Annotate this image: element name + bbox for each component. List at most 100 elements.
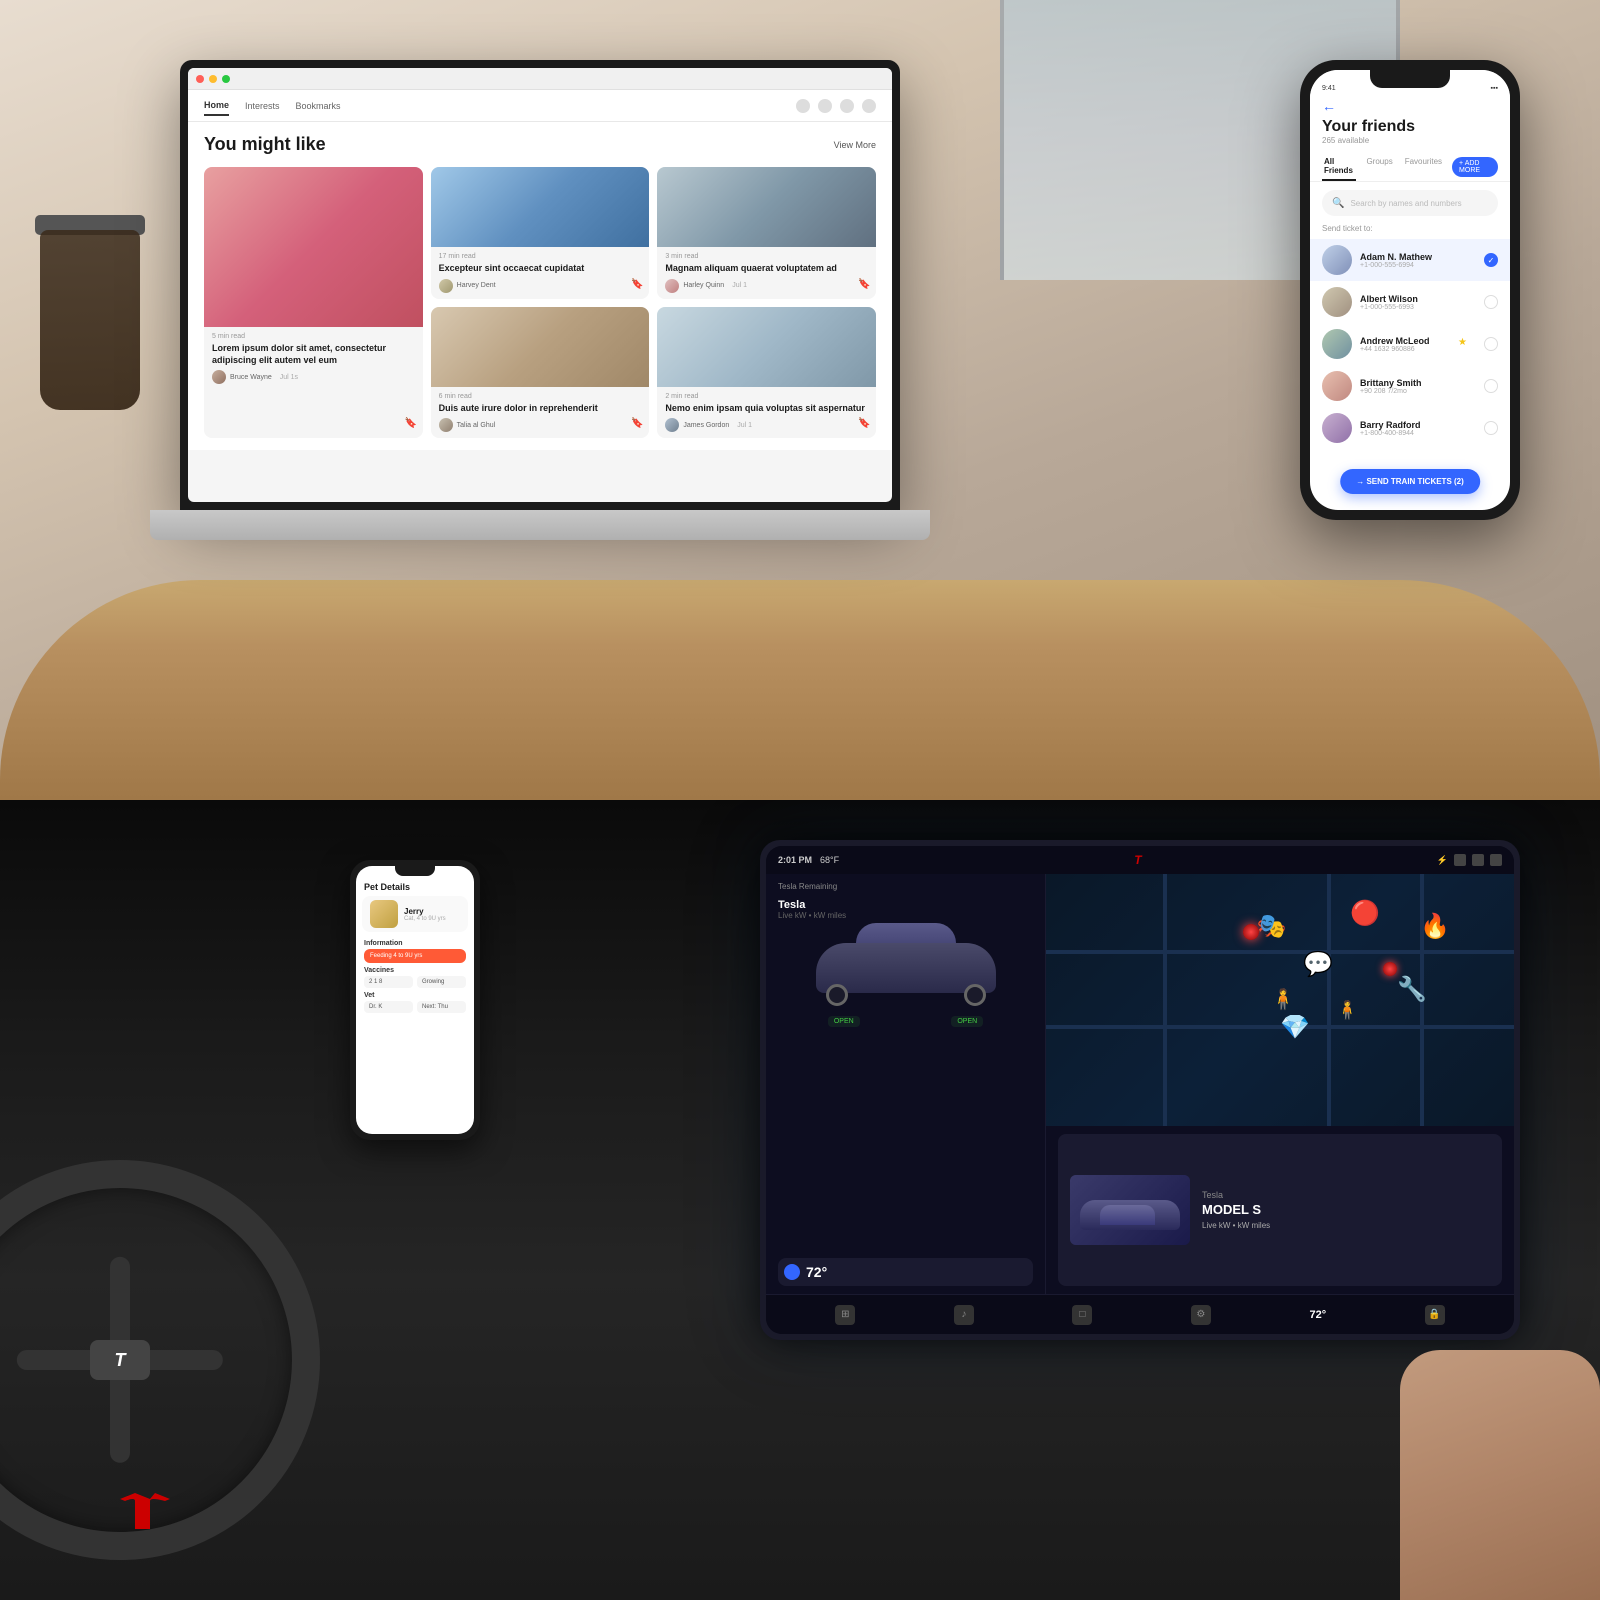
card-2-body: 17 min read Excepteur sint occaecat cupi… bbox=[431, 247, 650, 299]
view-more-link[interactable]: View More bbox=[834, 140, 876, 150]
maximize-button[interactable] bbox=[222, 75, 230, 83]
tesla-ad-brand: Tesla bbox=[1202, 1190, 1490, 1200]
phone-tab-all-friends[interactable]: All Friends bbox=[1322, 153, 1356, 181]
friend-item-andrew[interactable]: Andrew McLeod +44 1632 960886 ★ bbox=[1310, 323, 1510, 365]
climate-control[interactable]: 72° bbox=[778, 1258, 1033, 1286]
notifications-icon[interactable] bbox=[818, 99, 832, 113]
vet-stat-2: Next: Thu bbox=[417, 1001, 466, 1013]
coffee-cup bbox=[30, 180, 150, 440]
card-3[interactable]: 3 min read Magnam aliquam quaerat volupt… bbox=[657, 167, 876, 299]
nav-tab-bookmarks[interactable]: Bookmarks bbox=[296, 97, 341, 115]
laptop: Home Interests Bookmarks You might like … bbox=[180, 60, 960, 620]
card-1-title: Lorem ipsum dolor sit amet, consectetur … bbox=[212, 343, 415, 366]
game-element-mask: 🎭 bbox=[1257, 912, 1287, 941]
bottom-section: T Pet Details Jerry Cat, 4 to 9U yrs bbox=[0, 800, 1600, 1600]
friend-name-brittany: Brittany Smith bbox=[1360, 378, 1476, 388]
phone-add-more-button[interactable]: + ADD MORE bbox=[1452, 157, 1498, 177]
vet-section-label: Vet bbox=[364, 992, 466, 999]
door-label-rear[interactable]: OPEN bbox=[951, 1016, 983, 1027]
tesla-panel-header: Tesla Remaining bbox=[766, 874, 1045, 899]
card-5-title: Nemo enim ipsam quia voluptas sit aspern… bbox=[665, 403, 868, 415]
tesla-screen-logo: T bbox=[1134, 853, 1141, 867]
friend-phone-andrew: +44 1632 960886 bbox=[1360, 346, 1450, 353]
tesla-map[interactable]: 🎭 💬 🔴 🔧 🔥 💎 🧍 🧍 bbox=[1046, 874, 1514, 1126]
friend-check-andrew[interactable] bbox=[1484, 337, 1498, 351]
phone-tab-favourites[interactable]: Favourites bbox=[1403, 153, 1444, 181]
tesla-bottom-bar: ⊞ ♪ □ ⚙ 72° 🔒 bbox=[766, 1294, 1514, 1334]
card-5[interactable]: 2 min read Nemo enim ipsam quia voluptas… bbox=[657, 307, 876, 439]
door-label-front[interactable]: OPEN bbox=[828, 1016, 860, 1027]
friend-info-adam: Adam N. Mathew +1-000-555-6994 bbox=[1360, 252, 1476, 269]
phone-search-icon: 🔍 bbox=[1332, 198, 1344, 209]
tesla-bottom-apps-icon[interactable]: ⚙ bbox=[1191, 1305, 1211, 1325]
tesla-bottom-temp: 72° bbox=[1309, 1309, 1326, 1321]
app-nav: Home Interests Bookmarks bbox=[188, 90, 892, 122]
tesla-ambient-temp: 68°F bbox=[820, 855, 839, 865]
phone-search-placeholder: Search by names and numbers bbox=[1350, 199, 1461, 208]
phone-app-title: Your friends bbox=[1322, 118, 1498, 136]
friend-check-adam[interactable]: ✓ bbox=[1484, 253, 1498, 267]
card-3-body: 3 min read Magnam aliquam quaerat volupt… bbox=[657, 247, 876, 299]
card-1[interactable]: 5 min read Lorem ipsum dolor sit amet, c… bbox=[204, 167, 423, 438]
tesla-status-bar: 2:01 PM 68°F T ⚡ bbox=[766, 846, 1514, 874]
card-5-bookmark[interactable]: 🔖 bbox=[858, 418, 868, 430]
card-5-body: 2 min read Nemo enim ipsam quia voluptas… bbox=[657, 387, 876, 439]
tesla-main-screen[interactable]: 2:01 PM 68°F T ⚡ Tesla Remaining Tesla L… bbox=[760, 840, 1520, 1340]
friend-avatar-andrew bbox=[1322, 329, 1352, 359]
send-train-tickets-button[interactable]: → SEND TRAIN TICKETS (2) bbox=[1340, 469, 1480, 494]
close-button[interactable] bbox=[196, 75, 204, 83]
friend-check-brittany[interactable] bbox=[1484, 379, 1498, 393]
phone-back-button[interactable]: ← bbox=[1322, 98, 1498, 114]
card-3-time: Jul 1 bbox=[732, 282, 747, 289]
friend-item-adam[interactable]: Adam N. Mathew +1-000-555-6994 ✓ bbox=[1310, 239, 1510, 281]
friend-name-barry: Barry Radford bbox=[1360, 420, 1476, 430]
card-4-author-name: Talia al Ghul bbox=[457, 422, 496, 429]
vaccines-section-label: Vaccines bbox=[364, 967, 466, 974]
card-2-author-name: Harvey Dent bbox=[457, 282, 496, 289]
friend-info-andrew: Andrew McLeod +44 1632 960886 bbox=[1360, 336, 1450, 353]
card-4-bookmark[interactable]: 🔖 bbox=[631, 418, 641, 430]
tesla-ad-image bbox=[1070, 1175, 1190, 1245]
card-5-time: Jul 1 bbox=[737, 422, 752, 429]
cards-grid: 5 min read Lorem ipsum dolor sit amet, c… bbox=[204, 167, 876, 438]
card-2-title: Excepteur sint occaecat cupidatat bbox=[439, 263, 642, 275]
card-4[interactable]: 6 min read Duis aute irure dolor in repr… bbox=[431, 307, 650, 439]
profile-icon[interactable] bbox=[862, 99, 876, 113]
tesla-bottom-lock-icon[interactable]: 🔒 bbox=[1425, 1305, 1445, 1325]
stat-row: 2 1 8 Growing bbox=[364, 976, 466, 988]
tesla-screen-inner: 2:01 PM 68°F T ⚡ Tesla Remaining Tesla L… bbox=[766, 846, 1514, 1334]
phone-search-bar[interactable]: 🔍 Search by names and numbers bbox=[1322, 190, 1498, 216]
search-icon[interactable] bbox=[796, 99, 810, 113]
nav-tab-interests[interactable]: Interests bbox=[245, 97, 280, 115]
minimize-button[interactable] bbox=[209, 75, 217, 83]
friend-item-brittany[interactable]: Brittany Smith +90 208 7/2mo bbox=[1310, 365, 1510, 407]
friend-check-barry[interactable] bbox=[1484, 421, 1498, 435]
tesla-bottom-music-icon[interactable]: ♪ bbox=[954, 1305, 974, 1325]
tesla-bottom-phone-icon[interactable]: □ bbox=[1072, 1305, 1092, 1325]
add-icon[interactable] bbox=[840, 99, 854, 113]
card-4-meta: 6 min read bbox=[439, 393, 642, 400]
tesla-logo bbox=[120, 1491, 180, 1540]
nav-tab-home[interactable]: Home bbox=[204, 96, 229, 116]
friend-item-albert[interactable]: Albert Wilson +1-000-555-6993 bbox=[1310, 281, 1510, 323]
tesla-car-name: Tesla bbox=[766, 899, 1045, 911]
card-3-image bbox=[657, 167, 876, 247]
friend-item-barry[interactable]: Barry Radford +1-800-400-8944 bbox=[1310, 407, 1510, 449]
card-1-avatar bbox=[212, 370, 226, 384]
tesla-bottom-home-icon[interactable]: ⊞ bbox=[835, 1305, 855, 1325]
phone-tab-groups[interactable]: Groups bbox=[1364, 153, 1394, 181]
card-3-meta: 3 min read bbox=[665, 253, 868, 260]
card-2-bookmark[interactable]: 🔖 bbox=[631, 279, 641, 291]
phone: 9:41 ▪▪▪ ← Your friends 265 available Al… bbox=[1300, 60, 1520, 520]
card-2-image bbox=[431, 167, 650, 247]
card-4-title: Duis aute irure dolor in reprehenderit bbox=[439, 403, 642, 415]
friend-name-adam: Adam N. Mathew bbox=[1360, 252, 1476, 262]
friend-check-albert[interactable] bbox=[1484, 295, 1498, 309]
red-glow-2 bbox=[1383, 962, 1397, 976]
card-1-bookmark[interactable]: 🔖 bbox=[405, 418, 415, 430]
map-road-3 bbox=[1163, 874, 1167, 1126]
tesla-ad-card: Tesla MODEL S Live kW • kW miles bbox=[1058, 1134, 1502, 1286]
game-element-fire: 🔥 bbox=[1420, 912, 1450, 941]
card-3-bookmark[interactable]: 🔖 bbox=[858, 279, 868, 291]
card-2[interactable]: 17 min read Excepteur sint occaecat cupi… bbox=[431, 167, 650, 299]
